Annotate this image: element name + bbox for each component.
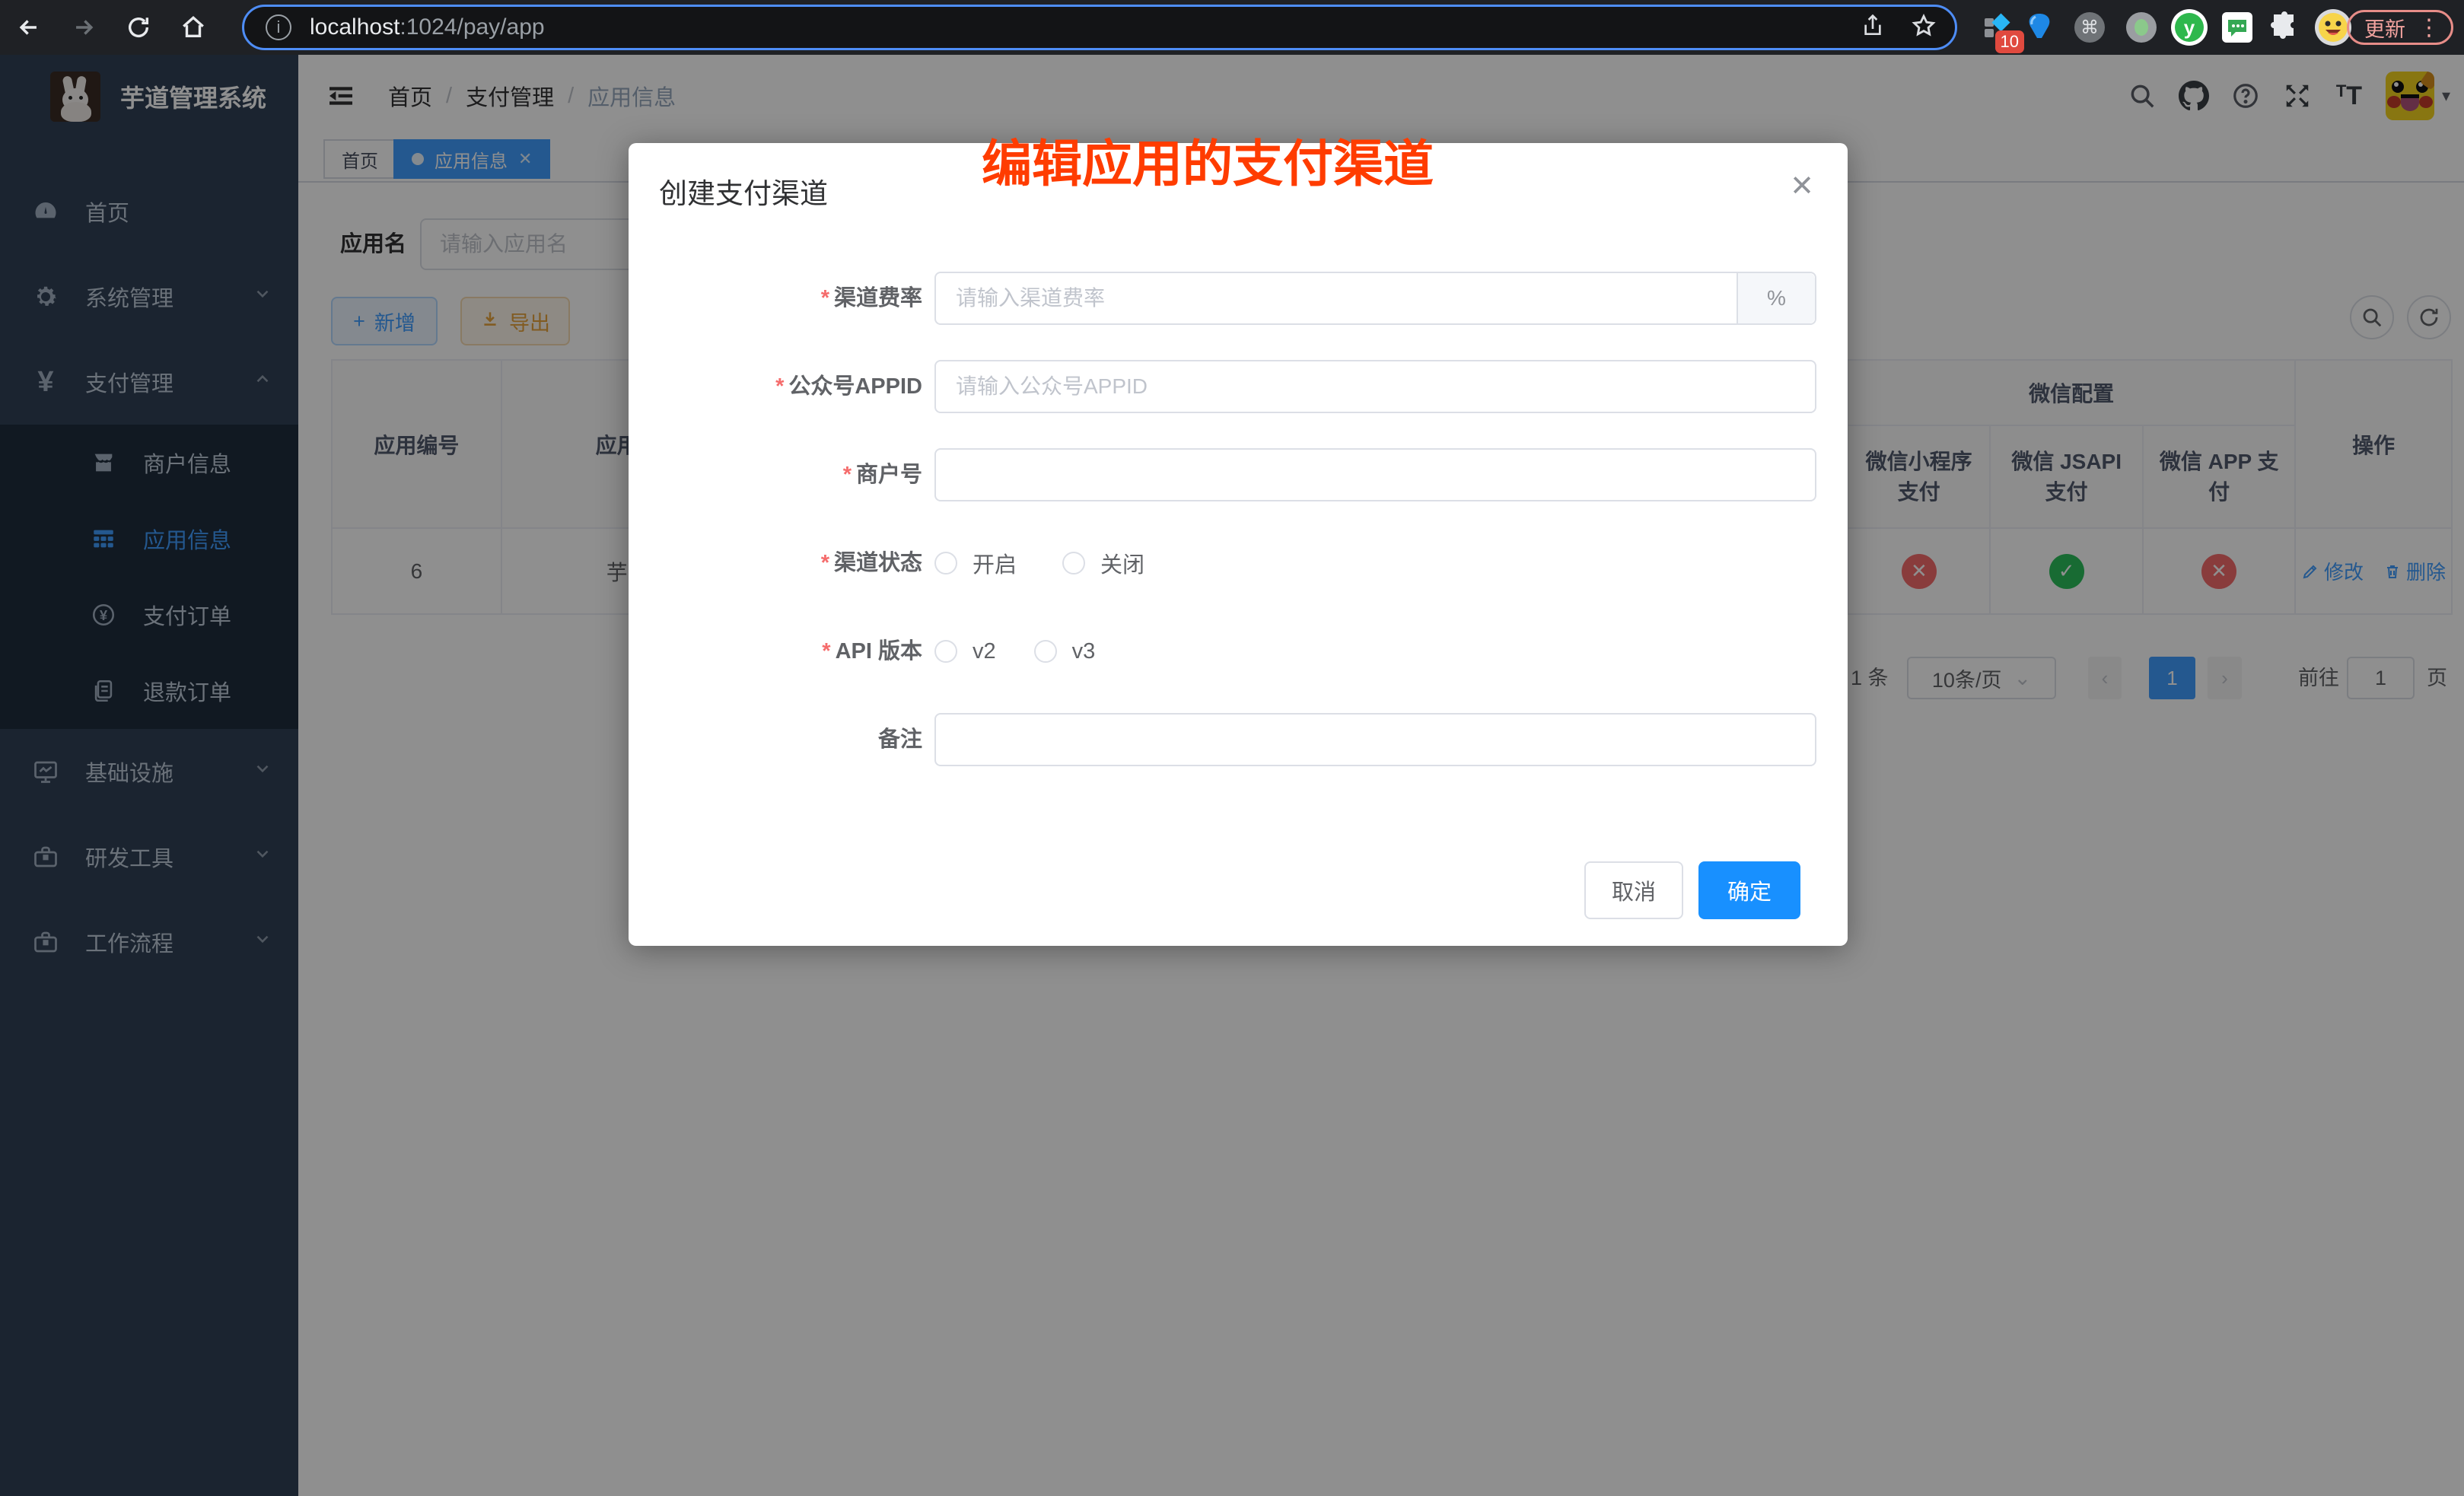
extension-dot-icon[interactable] — [2120, 6, 2163, 49]
url-path: :1024/pay/app — [400, 14, 544, 40]
radio-api-v3[interactable]: v3 — [1034, 639, 1096, 664]
update-label: 更新 — [2364, 13, 2405, 43]
screen: i localhost:1024/pay/app 10 ⌘ y — [0, 0, 2464, 1496]
extensions-puzzle-icon[interactable] — [2264, 6, 2306, 49]
mch-label: 商户号 — [856, 463, 922, 487]
bookmark-star-icon[interactable] — [1911, 13, 1937, 43]
back-icon[interactable] — [9, 8, 49, 47]
url-bar[interactable]: i localhost:1024/pay/app — [242, 5, 1957, 50]
form-row-rate: *渠道费率 % — [629, 272, 1848, 325]
share-icon[interactable] — [1861, 14, 1885, 42]
radio-status-open[interactable]: 开启 — [934, 547, 1017, 579]
reload-icon[interactable] — [119, 8, 158, 47]
create-pay-channel-dialog: 创建支付渠道 ✕ *渠道费率 % *公众号APPID *商户号 *渠道状态 — [629, 143, 1848, 946]
form-row-api: *API 版本 v2 v3 — [629, 625, 1848, 678]
rate-input[interactable] — [934, 272, 1816, 325]
radio-circle-icon — [1062, 552, 1085, 575]
radio-label: v2 — [973, 639, 996, 664]
svg-text:y: y — [2184, 16, 2195, 39]
required-asterisk: * — [843, 463, 852, 487]
radio-api-v2[interactable]: v2 — [934, 639, 996, 664]
dialog-close-icon[interactable]: ✕ — [1790, 172, 1814, 201]
status-label: 渠道状态 — [834, 551, 922, 575]
remark-label: 备注 — [878, 727, 922, 752]
dialog-title: 创建支付渠道 — [659, 170, 828, 212]
home-icon[interactable] — [173, 8, 213, 47]
radio-circle-icon — [934, 552, 957, 575]
merchant-no-input[interactable] — [934, 448, 1816, 501]
radio-status-closed[interactable]: 关闭 — [1062, 547, 1144, 579]
app-page: 芋道管理系统 首页 系统管理 — [0, 55, 2464, 1496]
radio-circle-icon — [1034, 640, 1057, 663]
annotation-text: 编辑应用的支付渠道 — [982, 123, 1434, 196]
radio-label: v3 — [1072, 639, 1096, 664]
appid-input[interactable] — [934, 360, 1816, 413]
percent-suffix: % — [1737, 273, 1815, 323]
extension-balloon-icon[interactable] — [2018, 6, 2061, 49]
required-asterisk: * — [821, 551, 829, 575]
rate-label: 渠道费率 — [834, 286, 922, 310]
confirm-button[interactable]: 确定 — [1698, 861, 1800, 919]
extension-chat-icon[interactable] — [2216, 6, 2259, 49]
form-row-mch: *商户号 — [629, 448, 1848, 501]
site-info-icon[interactable]: i — [266, 14, 291, 40]
browser-toolbar: i localhost:1024/pay/app 10 ⌘ y — [0, 0, 2464, 55]
forward-icon[interactable] — [64, 8, 103, 47]
svg-text:⌘: ⌘ — [2080, 18, 2099, 38]
required-asterisk: * — [822, 639, 830, 664]
radio-label: 关闭 — [1100, 547, 1144, 579]
remark-input[interactable] — [934, 713, 1816, 766]
cancel-button[interactable]: 取消 — [1584, 861, 1683, 919]
form-row-remark: 备注 — [629, 713, 1848, 766]
url-host: localhost — [310, 14, 400, 40]
radio-label: 开启 — [973, 547, 1017, 579]
required-asterisk: * — [821, 286, 829, 310]
appid-label: 公众号APPID — [788, 374, 922, 399]
extension-selenium-icon[interactable]: 10 — [1975, 6, 2018, 49]
extension-command-icon[interactable]: ⌘ — [2068, 6, 2111, 49]
form-row-appid: *公众号APPID — [629, 360, 1848, 413]
radio-circle-icon — [934, 640, 957, 663]
required-asterisk: * — [775, 374, 784, 399]
browser-menu-icon[interactable]: ⋮ — [2418, 14, 2440, 41]
form-row-status: *渠道状态 开启 关闭 — [629, 536, 1848, 590]
extension-y-icon[interactable]: y — [2168, 6, 2211, 49]
api-label: API 版本 — [836, 639, 922, 664]
browser-update-button[interactable]: 更新 ⋮ — [2347, 10, 2453, 45]
